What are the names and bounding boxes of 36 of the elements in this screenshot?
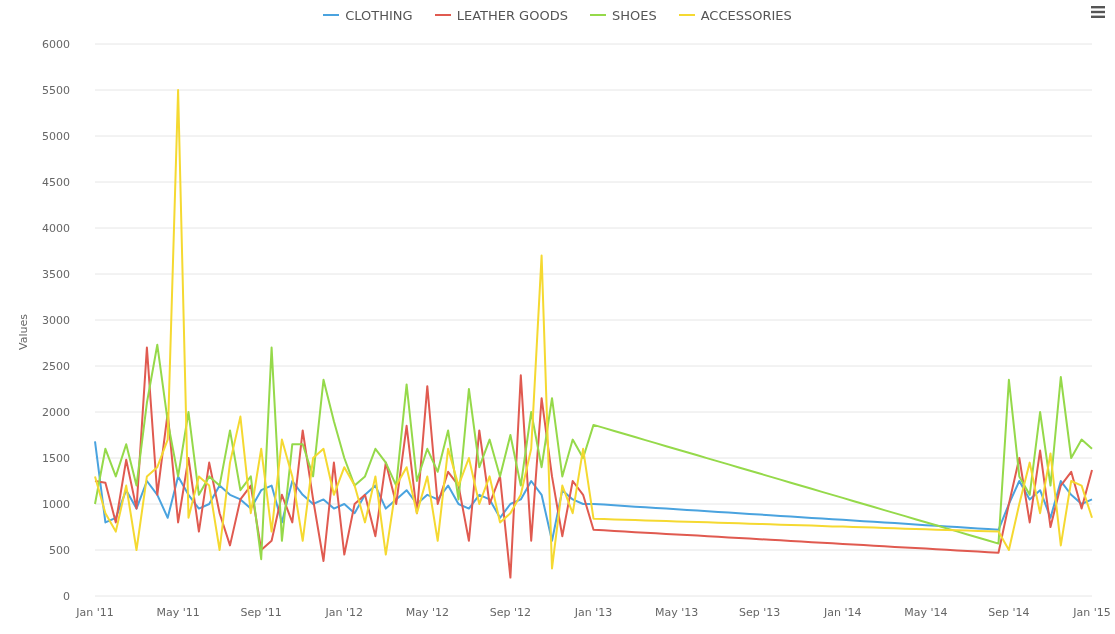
legend-item[interactable]: ACCESSORIES — [678, 7, 792, 23]
x-tick-label: Sep '12 — [489, 606, 532, 619]
y-tick-label: 5000 — [42, 130, 70, 143]
x-tick-label: Sep '13 — [739, 606, 781, 619]
legend-label: SHOES — [611, 7, 657, 23]
legend-label: ACCESSORIES — [700, 7, 792, 23]
y-tick-label: 1000 — [42, 498, 70, 511]
x-tick-label: Jan '15 — [1073, 606, 1111, 619]
y-tick-label: 3500 — [42, 268, 70, 281]
x-tick-label: Sep '14 — [988, 606, 1030, 619]
y-tick-label: 500 — [49, 544, 70, 557]
x-tick-label: May '14 — [904, 606, 948, 619]
y-tick-label: 3000 — [42, 314, 70, 327]
legend-label: CLOTHING — [345, 7, 413, 23]
x-tick-label: Jan '14 — [824, 606, 862, 619]
y-tick-label: 1500 — [42, 452, 70, 465]
menu-icon[interactable] — [1089, 4, 1107, 20]
legend-item[interactable]: LEATHER GOODS — [434, 7, 568, 23]
legend-item[interactable]: CLOTHING — [323, 7, 413, 23]
x-tick-label: Jan '12 — [325, 606, 363, 619]
y-tick-label: 6000 — [42, 38, 70, 51]
x-tick-label: May '11 — [156, 606, 200, 619]
y-tick-label: 4500 — [42, 176, 70, 189]
x-tick-label: May '12 — [405, 606, 449, 619]
y-tick-label: 0 — [63, 590, 70, 603]
y-tick-label: 4000 — [42, 222, 70, 235]
x-tick-label: Jan '11 — [76, 606, 114, 619]
y-axis-label: Values — [17, 314, 30, 350]
y-tick-label: 5500 — [42, 84, 70, 97]
x-tick-label: Sep '11 — [240, 606, 282, 619]
legend-label: LEATHER GOODS — [456, 7, 568, 23]
x-tick-label: May '13 — [654, 606, 699, 619]
y-tick-label: 2000 — [42, 406, 70, 419]
legend-item[interactable]: SHOES — [589, 7, 657, 23]
y-tick-label: 2500 — [42, 360, 70, 373]
x-tick-label: Jan '13 — [574, 606, 613, 619]
